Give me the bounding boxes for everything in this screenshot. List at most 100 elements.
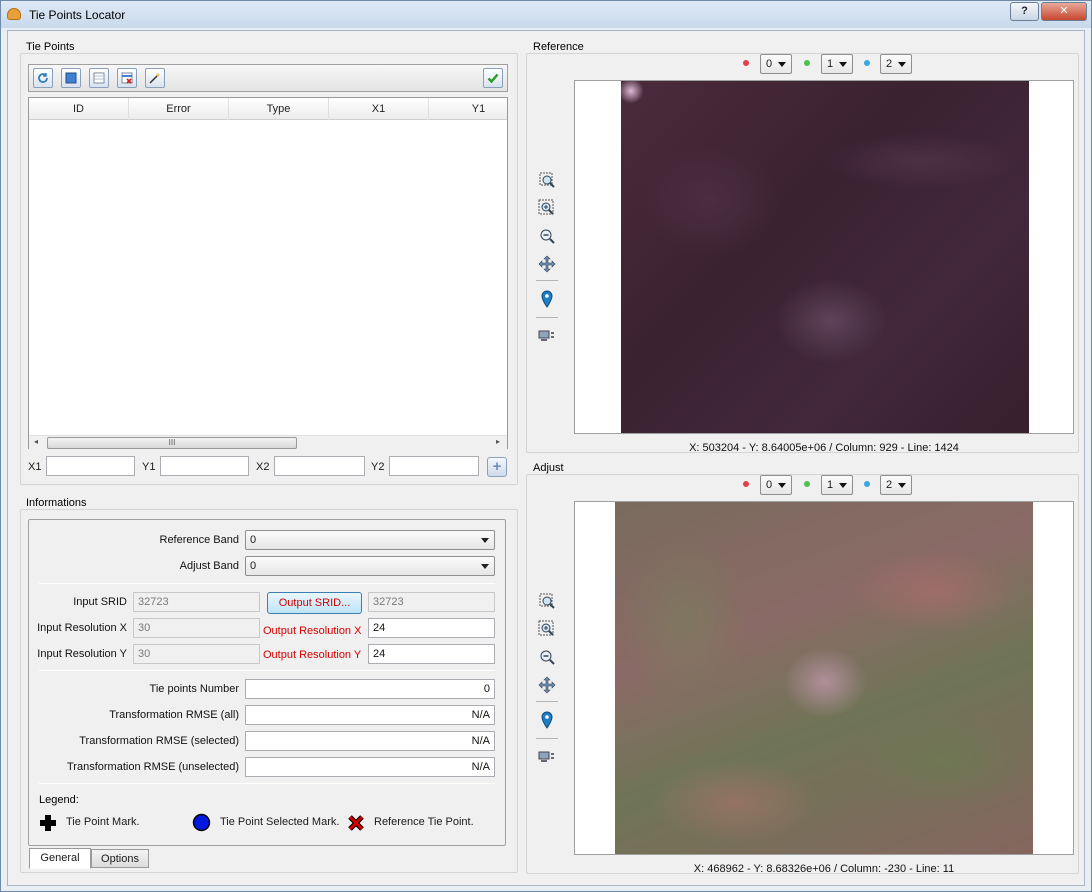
tie-point-mark-icon [40, 815, 56, 831]
input-srid-label: Input SRID [73, 596, 127, 608]
chevron-down-icon [898, 62, 906, 67]
adjust-blue-band-select[interactable]: 2 [880, 475, 912, 495]
scroll-left-arrow[interactable]: ◂ [34, 437, 38, 446]
scroll-right-arrow[interactable]: ▸ [496, 437, 500, 446]
reference-band-label: Reference Band [159, 534, 240, 546]
zoom-extent-icon[interactable] [538, 592, 556, 610]
output-resolution-y-input[interactable]: 24 [368, 644, 495, 664]
tab-options[interactable]: Options [91, 849, 149, 868]
adjust-red-band-select[interactable]: 0 [760, 475, 792, 495]
close-button[interactable]: ✕ [1041, 2, 1087, 21]
rmse-unselected-label: Transformation RMSE (unselected) [67, 761, 239, 773]
output-srid-button[interactable]: Output SRID... [267, 592, 362, 614]
refresh-button[interactable] [33, 68, 53, 88]
map-pin-icon[interactable] [538, 290, 556, 308]
adjust-green-band-select[interactable]: 1 [821, 475, 853, 495]
tool-divider [536, 317, 558, 318]
reference-blue-band-select[interactable]: 2 [880, 54, 912, 74]
chevron-down-icon [778, 483, 786, 488]
output-resolution-x-input[interactable]: 24 [368, 618, 495, 638]
unselect-all-button[interactable] [89, 68, 109, 88]
tool-divider [536, 701, 558, 702]
reference-red-band-select[interactable]: 0 [760, 54, 792, 74]
zoom-area-icon[interactable] [538, 199, 556, 217]
chevron-down-icon [481, 564, 489, 569]
scroll-thumb[interactable]: III [47, 437, 297, 449]
adjust-band-selector: 0 1 2 [738, 475, 918, 495]
reference-section-label: Reference [533, 41, 584, 53]
tie-points-table[interactable]: ID Error Type X1 Y1 ◂ III ▸ [28, 97, 529, 449]
table-horizontal-scrollbar[interactable]: ◂ III ▸ [29, 435, 507, 449]
rmse-selected-label: Transformation RMSE (selected) [79, 735, 239, 747]
reference-coordinates-status: X: 503204 - Y: 8.64005e+06 / Column: 929… [689, 442, 959, 454]
reference-band-select[interactable]: 0 [245, 530, 495, 550]
y2-input[interactable] [389, 456, 479, 476]
help-button[interactable]: ? [1010, 2, 1039, 21]
accept-button[interactable] [483, 68, 503, 88]
reference-band-selector: 0 1 2 [738, 54, 918, 74]
x2-input[interactable] [274, 456, 365, 476]
tab-general[interactable]: General [29, 848, 91, 869]
input-resolution-x-field: 30 [133, 618, 260, 638]
legend-reference-text: Reference Tie Point. [374, 816, 474, 828]
zoom-out-icon[interactable] [538, 227, 556, 245]
band-value: 1 [827, 479, 834, 491]
column-type[interactable]: Type [229, 98, 329, 120]
divider [39, 583, 495, 584]
delete-icon [121, 72, 133, 84]
adjust-band-select[interactable]: 0 [245, 556, 495, 576]
blue-band-dot-icon [864, 60, 870, 66]
column-error[interactable]: Error [129, 98, 229, 120]
column-id[interactable]: ID [29, 98, 129, 120]
zoom-extent-icon[interactable] [538, 171, 556, 189]
blue-band-dot-icon [864, 481, 870, 487]
x2-label: X2 [256, 461, 270, 473]
rmse-unselected-field: N/A [245, 757, 495, 777]
informations-section-label: Informations [26, 497, 87, 509]
auto-acquire-button[interactable] [145, 68, 165, 88]
adjust-band-label: Adjust Band [179, 560, 239, 572]
table-header: ID Error Type X1 Y1 [29, 98, 529, 120]
add-tie-point-button[interactable]: + [487, 457, 507, 477]
title-bar[interactable]: Tie Points Locator ? ✕ [1, 1, 1091, 28]
pan-icon[interactable] [538, 676, 556, 694]
select-all-icon [65, 72, 77, 84]
output-resolution-y-label: Output Resolution Y [263, 649, 362, 661]
select-all-button[interactable] [61, 68, 81, 88]
band-value: 0 [766, 479, 773, 491]
red-band-dot-icon [743, 481, 749, 487]
green-band-dot-icon [804, 481, 810, 487]
reference-map-canvas[interactable] [574, 80, 1074, 434]
column-y1[interactable]: Y1 [429, 98, 529, 120]
column-x1[interactable]: X1 [329, 98, 429, 120]
input-resolution-y-field: 30 [133, 644, 260, 664]
pan-icon[interactable] [538, 255, 556, 273]
display-options-icon[interactable] [538, 748, 556, 766]
adjust-band-value: 0 [250, 560, 257, 572]
zoom-out-icon[interactable] [538, 648, 556, 666]
rmse-selected-field: N/A [245, 731, 495, 751]
map-pin-icon[interactable] [538, 711, 556, 729]
band-value: 2 [886, 479, 893, 491]
tie-points-section-label: Tie Points [26, 41, 75, 53]
display-options-icon[interactable] [538, 327, 556, 345]
window-title: Tie Points Locator [29, 8, 126, 22]
delete-selected-button[interactable] [117, 68, 137, 88]
zoom-area-icon[interactable] [538, 620, 556, 638]
auto-wand-icon [149, 73, 160, 84]
y1-input[interactable] [160, 456, 249, 476]
tool-divider [536, 280, 558, 281]
adjust-map-canvas[interactable] [574, 501, 1074, 855]
tie-points-number-field: 0 [245, 679, 495, 699]
tool-divider [536, 738, 558, 739]
band-value: 2 [886, 58, 893, 70]
app-brain-icon [7, 8, 21, 20]
unselect-icon [93, 72, 105, 84]
tie-point-selected-mark-icon [192, 813, 211, 832]
reference-green-band-select[interactable]: 1 [821, 54, 853, 74]
x1-input[interactable] [46, 456, 135, 476]
tie-points-locator-window: Tie Points Locator ? ✕ Tie Points ID Err… [0, 0, 1092, 892]
chevron-down-icon [778, 62, 786, 67]
reference-satellite-image [621, 81, 1029, 433]
green-band-dot-icon [804, 60, 810, 66]
